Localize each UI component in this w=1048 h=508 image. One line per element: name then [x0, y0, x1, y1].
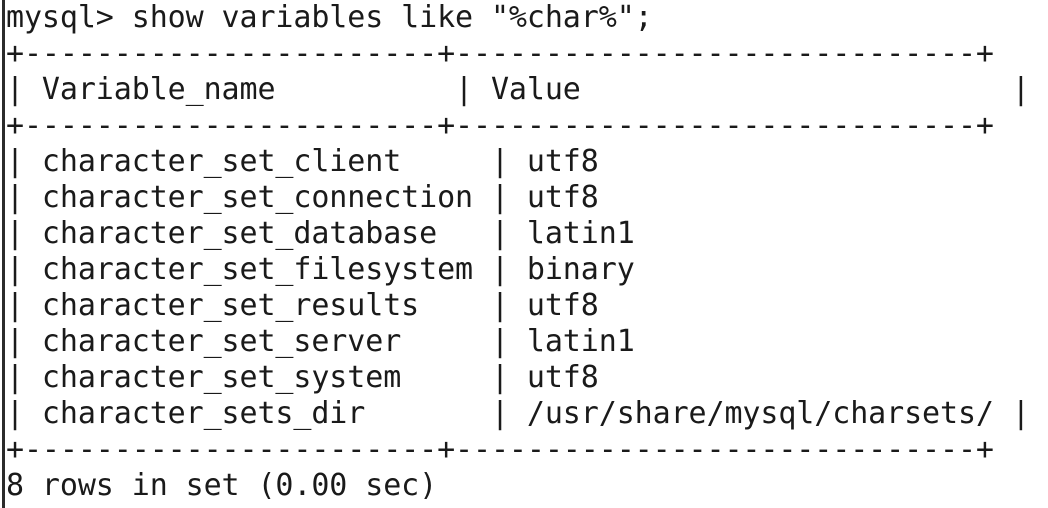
- table-row: | character_sets_dir | /usr/share/mysql/…: [6, 396, 1030, 431]
- result-footer: 8 rows in set (0.00 sec): [6, 468, 438, 503]
- terminal-window[interactable]: mysql> show variables like "%char%"; +--…: [0, 0, 1048, 508]
- table-row: | character_set_connection | utf8 |: [6, 180, 1048, 215]
- table-row: | character_set_system | utf8 |: [6, 360, 1048, 395]
- table-row: | character_set_server | latin1 |: [6, 324, 1048, 359]
- table-row: | character_set_client | utf8 |: [6, 144, 1048, 179]
- terminal-left-edge: [2, 0, 5, 508]
- table-border-top: +-----------------------+---------------…: [6, 36, 994, 71]
- table-header: | Variable_name | Value |: [6, 72, 1030, 107]
- table-row: | character_set_filesystem | binary |: [6, 252, 1048, 287]
- command-line: mysql> show variables like "%char%";: [6, 0, 653, 35]
- table-border-bottom: +-----------------------+---------------…: [6, 432, 994, 467]
- table-row: | character_set_results | utf8 |: [6, 288, 1048, 323]
- table-row: | character_set_database | latin1 |: [6, 216, 1048, 251]
- table-border-middle: +-----------------------+---------------…: [6, 108, 994, 143]
